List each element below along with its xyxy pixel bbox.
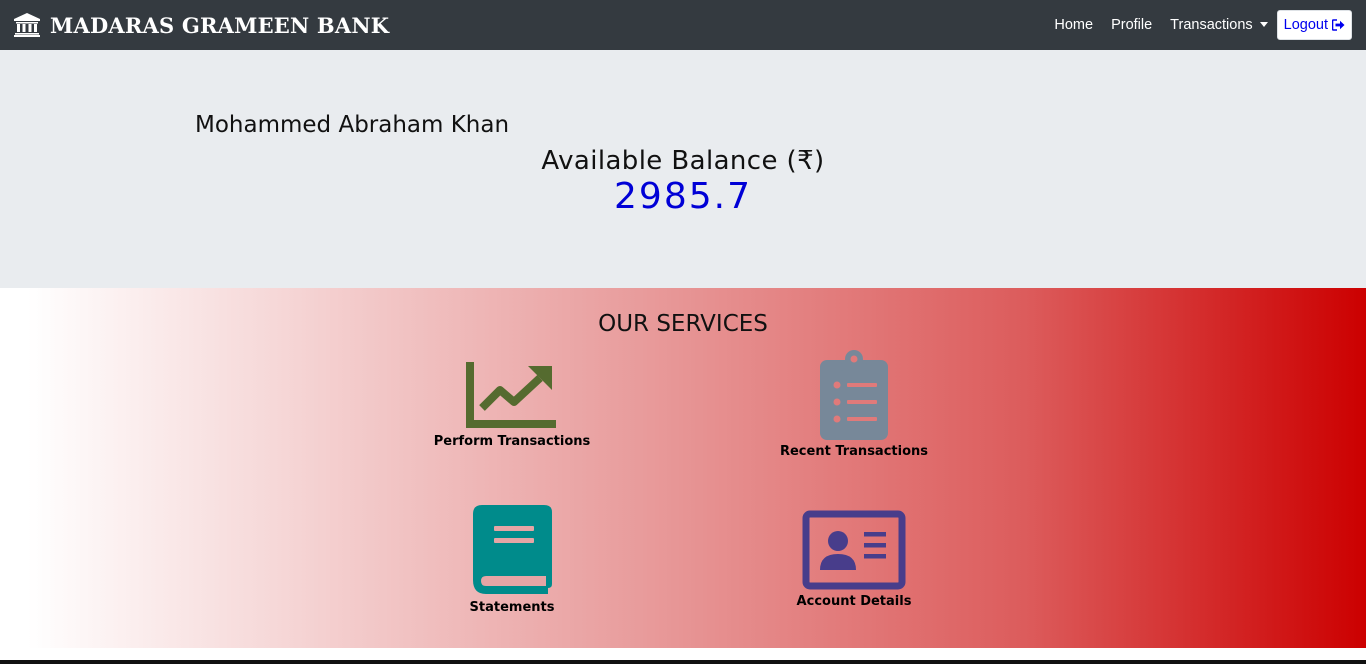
brand[interactable]: MADARAS GRAMEEN BANK [14,0,389,50]
nav-links: Home Profile Transactions Logout [1054,0,1352,50]
chart-line-icon [466,362,556,428]
top-navbar: MADARAS GRAMEEN BANK Home Profile Transa… [0,0,1366,50]
nav-transactions-dropdown[interactable]: Transactions [1170,17,1268,33]
service-perform-transactions[interactable]: Perform Transactions [392,360,632,449]
brand-name: MADARAS GRAMEEN BANK [50,12,390,38]
nav-profile-link[interactable]: Profile [1111,17,1152,33]
service-label: Recent Transactions [779,444,929,459]
service-label: Statements [469,600,555,615]
services-title: OUR SERVICES [598,311,768,337]
service-account-details[interactable]: Account Details [734,510,974,609]
service-statements[interactable]: Statements [392,504,632,615]
logout-label: Logout [1283,17,1328,33]
services-panel: OUR SERVICES Perform Transactions Recent… [0,288,1366,648]
book-icon [473,505,552,594]
balance-panel: Mohammed Abraham Khan Available Balance … [0,50,1366,288]
nav-transactions-label: Transactions [1170,17,1253,33]
service-recent-transactions[interactable]: Recent Transactions [734,350,974,459]
caret-down-icon [1259,22,1268,27]
logout-button[interactable]: Logout [1276,10,1352,40]
service-label: Account Details [796,594,912,609]
footer-divider [0,660,1366,664]
sign-out-icon [1332,19,1345,31]
bank-icon [14,13,40,37]
balance-label: Available Balance (₹) [541,146,825,176]
customer-name: Mohammed Abraham Khan [195,112,510,138]
id-card-icon [802,510,906,590]
balance-amount: 2985.7 [614,176,752,217]
nav-home-link[interactable]: Home [1054,17,1093,33]
clipboard-list-icon [820,350,888,440]
service-label: Perform Transactions [433,434,591,449]
